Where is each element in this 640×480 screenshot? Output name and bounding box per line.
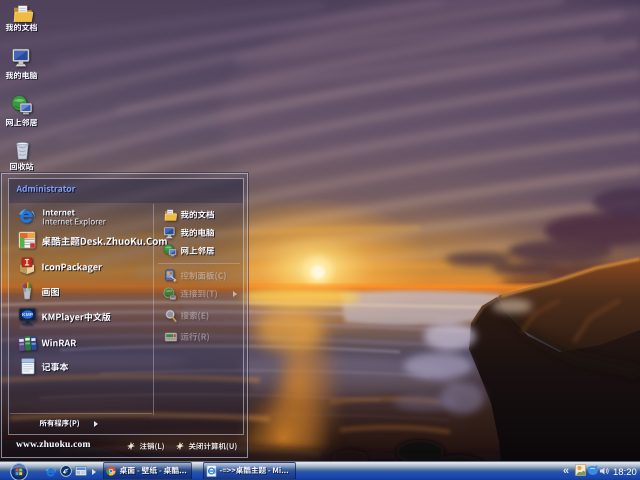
svg-text:KMP: KMP — [22, 312, 34, 318]
